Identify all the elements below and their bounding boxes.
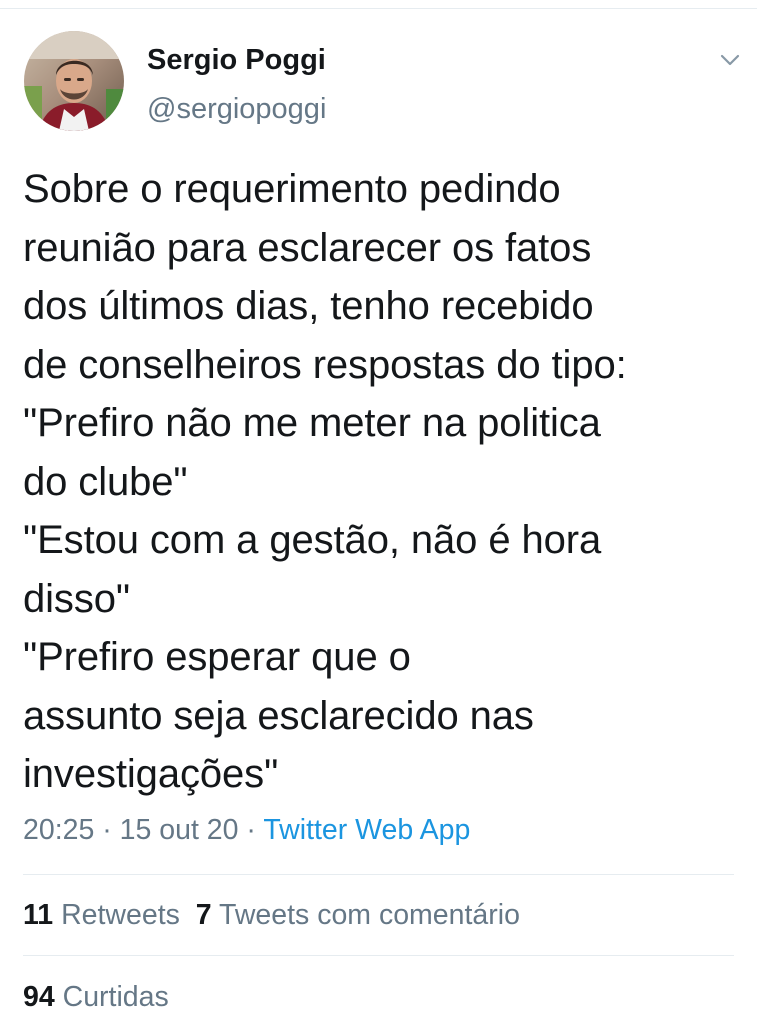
retweets-count: 11 — [23, 899, 54, 931]
divider — [23, 874, 734, 875]
likes-count: 94 — [23, 981, 55, 1013]
author-name[interactable]: Sergio Poggi — [147, 40, 326, 80]
engagement-stats: 11 Retweets 7 Tweets com comentário — [23, 893, 520, 937]
quotes-label: Tweets com comentário — [218, 899, 520, 931]
avatar-photo — [24, 31, 124, 131]
retweets-label: Retweets — [61, 899, 180, 931]
tweet-meta: 20:25 · 15 out 20 · Twitter Web App — [23, 808, 470, 852]
separator: · — [94, 814, 120, 846]
likes-label: Curtidas — [62, 981, 169, 1013]
top-divider — [0, 8, 757, 9]
quotes-stat[interactable]: 7 Tweets com comentário — [196, 899, 520, 931]
divider — [23, 955, 734, 956]
avatar[interactable] — [24, 31, 124, 131]
tweet-source-link[interactable]: Twitter Web App — [263, 814, 470, 846]
chevron-down-icon[interactable] — [716, 46, 744, 74]
tweet-date[interactable]: 15 out 20 — [120, 814, 239, 846]
tweet-time[interactable]: 20:25 — [23, 814, 94, 846]
likes-stat[interactable]: 94 Curtidas — [23, 975, 169, 1019]
separator: · — [238, 814, 264, 846]
quotes-count: 7 — [195, 899, 212, 931]
author-handle[interactable]: @sergiopoggi — [147, 89, 326, 129]
retweets-stat[interactable]: 11 Retweets — [23, 899, 180, 931]
tweet-text: Sobre o requerimento pedindo reunião par… — [23, 167, 627, 796]
